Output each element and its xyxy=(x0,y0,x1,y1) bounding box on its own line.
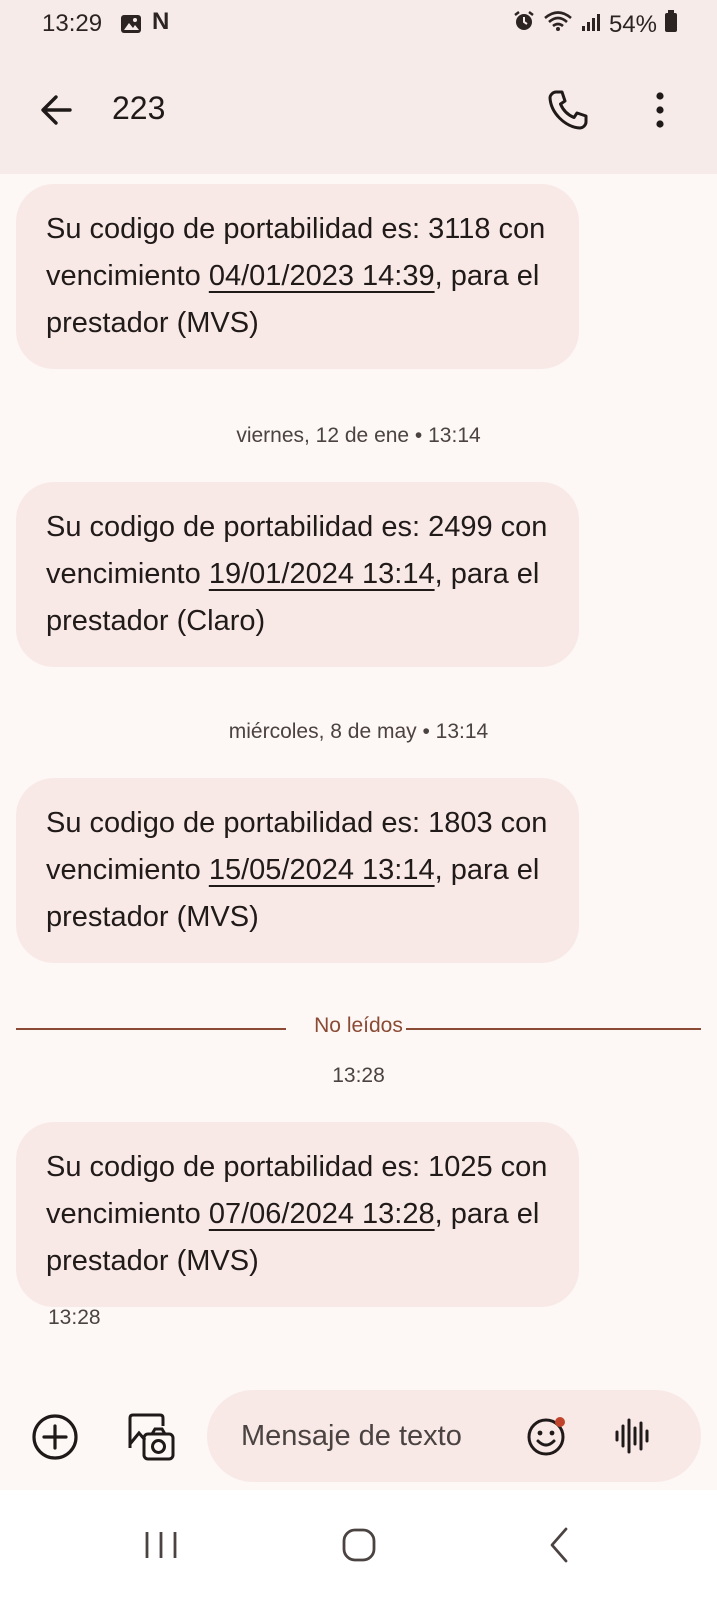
system-back-button[interactable] xyxy=(548,1526,570,1564)
emoji-icon xyxy=(527,1417,565,1456)
message-date-link[interactable]: 07/06/2024 13:28 xyxy=(209,1198,435,1230)
message-input[interactable] xyxy=(239,1412,513,1460)
battery-icon xyxy=(665,10,677,39)
unread-divider: No leídos xyxy=(16,1014,701,1044)
call-button[interactable] xyxy=(546,88,590,132)
signal-icon xyxy=(581,11,601,39)
voice-waveform-icon xyxy=(615,1418,649,1454)
conversation-title: 223 xyxy=(112,90,166,126)
message-bubble[interactable]: Su codigo de portabilidad es: 1803 con v… xyxy=(16,778,579,963)
message-bubble[interactable]: Su codigo de portabilidad es: 2499 con v… xyxy=(16,482,579,667)
composer-bar xyxy=(0,1390,717,1490)
back-icon xyxy=(550,1527,568,1563)
voice-message-button[interactable] xyxy=(611,1414,655,1458)
message-input-container[interactable] xyxy=(207,1390,701,1482)
system-navigation-bar xyxy=(0,1490,717,1600)
phone-icon xyxy=(548,90,588,130)
divider-line-right xyxy=(406,1028,701,1030)
home-icon xyxy=(342,1528,376,1562)
recents-button[interactable] xyxy=(144,1530,178,1560)
home-button[interactable] xyxy=(342,1528,376,1562)
date-separator: miércoles, 8 de may • 13:14 xyxy=(228,720,489,743)
message-bubble[interactable]: Su codigo de portabilidad es: 3118 con v… xyxy=(16,184,579,369)
status-bar: 13:29 N 54% xyxy=(0,0,717,48)
wifi-icon xyxy=(543,10,573,39)
message-timestamp: 13:28 xyxy=(48,1306,101,1329)
status-icons: 54% xyxy=(513,10,677,39)
more-vert-icon xyxy=(656,92,664,128)
message-date-link[interactable]: 04/01/2023 14:39 xyxy=(209,260,435,292)
add-circle-icon xyxy=(32,1414,78,1460)
message-date-link[interactable]: 15/05/2024 13:14 xyxy=(209,854,435,886)
gallery-notification-icon xyxy=(120,13,142,41)
gallery-camera-icon xyxy=(128,1413,175,1461)
battery-percent: 54% xyxy=(608,10,657,38)
unread-label: No leídos xyxy=(314,1014,403,1037)
back-button[interactable] xyxy=(36,90,76,130)
add-attachment-button[interactable] xyxy=(30,1412,80,1462)
alarm-icon xyxy=(513,10,535,39)
status-time: 13:29 xyxy=(42,10,103,37)
message-bubble[interactable]: Su codigo de portabilidad es: 1025 con v… xyxy=(16,1122,579,1307)
netflix-notification-icon: N xyxy=(152,8,170,35)
back-arrow-icon xyxy=(41,95,72,125)
time-separator: 13:28 xyxy=(332,1064,385,1087)
message-date-link[interactable]: 19/01/2024 13:14 xyxy=(209,558,435,590)
date-separator: viernes, 12 de ene • 13:14 xyxy=(236,424,481,447)
message-thread[interactable]: Su codigo de portabilidad es: 3118 con v… xyxy=(0,174,717,1390)
more-options-button[interactable] xyxy=(646,88,674,132)
app-bar: 223 xyxy=(0,48,717,174)
recents-icon xyxy=(145,1532,177,1558)
emoji-button[interactable] xyxy=(525,1414,569,1458)
gallery-camera-button[interactable] xyxy=(126,1412,176,1464)
